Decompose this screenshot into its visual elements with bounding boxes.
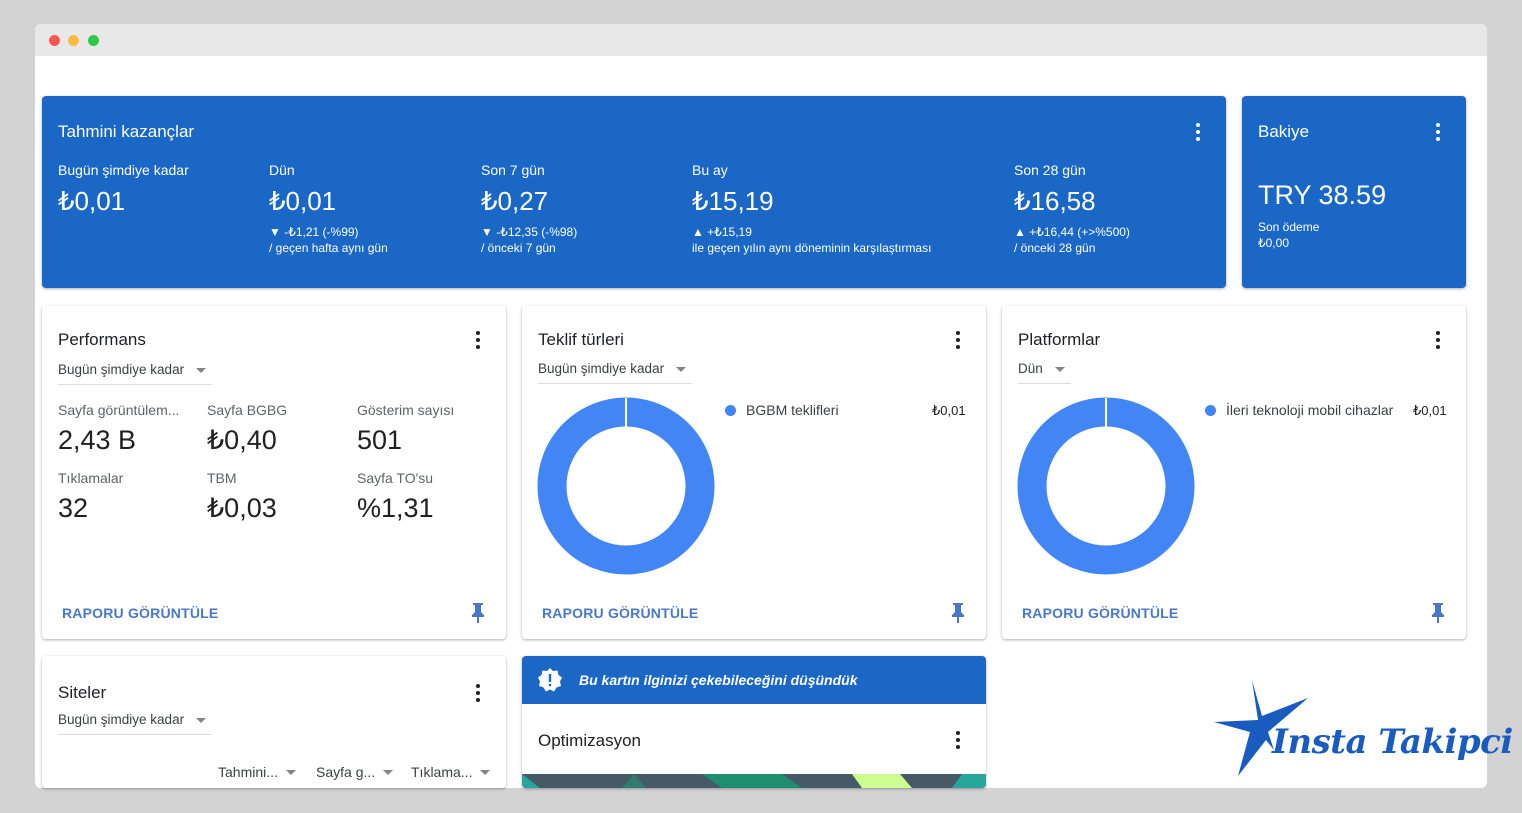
pin-icon[interactable] — [948, 602, 968, 624]
watermark-text: Insta Takipci — [1272, 722, 1513, 762]
earnings-yesterday-value: ₺0,01 — [269, 186, 337, 216]
metric-page-rpm-value: ₺0,40 — [207, 425, 277, 455]
platforms-view-report-link[interactable]: RAPORU GÖRÜNTÜLE — [1022, 605, 1178, 621]
bid-types-more-menu-icon[interactable] — [946, 328, 970, 352]
optimization-card: Bu kartın ilginizi çekebileceğini düşünd… — [522, 656, 986, 788]
platforms-legend-dot — [1205, 405, 1216, 416]
platforms-legend-label: İleri teknoloji mobil cihazlar — [1226, 402, 1394, 418]
earnings-7days-label: Son 7 gün — [481, 162, 545, 178]
bid-types-legend-label: BGBM teklifleri — [746, 402, 839, 418]
close-window-button[interactable] — [49, 35, 60, 46]
bid-types-legend-dot — [725, 405, 736, 416]
earnings-28days-delta: ▲ +₺16,44 (+>%500) — [1014, 225, 1130, 239]
earnings-28days-label: Son 28 gün — [1014, 162, 1086, 178]
earnings-7days-delta: ▼ -₺12,35 (-%98) — [481, 225, 578, 239]
bid-types-legend-value: ₺0,01 — [932, 403, 966, 418]
earnings-today-value: ₺0,01 — [58, 186, 126, 216]
sites-column-estimated-earnings[interactable]: Tahmini... — [218, 764, 298, 780]
balance-card: Bakiye TRY 38.59 Son ödeme ₺0,00 — [1242, 96, 1466, 288]
earnings-7days-compare: / önceki 7 gün — [481, 241, 556, 255]
performance-view-report-link[interactable]: RAPORU GÖRÜNTÜLE — [62, 605, 218, 621]
earnings-7days-value: ₺0,27 — [481, 186, 549, 216]
metric-ctr-label: Sayfa TO'su — [357, 470, 434, 486]
pin-icon[interactable] — [468, 602, 488, 624]
metric-page-views-value: 2,43 B — [58, 425, 137, 455]
minimize-window-button[interactable] — [68, 35, 79, 46]
platforms-donut-chart — [1017, 397, 1195, 575]
performance-title: Performans — [58, 330, 146, 349]
balance-title: Bakiye — [1258, 122, 1310, 141]
metric-page-views-label: Sayfa görüntülem... — [58, 402, 180, 418]
earnings-month-value: ₺15,19 — [692, 186, 774, 216]
maximize-window-button[interactable] — [88, 35, 99, 46]
alert-badge-icon — [538, 668, 562, 692]
earnings-yesterday-compare: / geçen hafta aynı gün — [269, 241, 388, 255]
sites-column-page-views[interactable]: Sayfa g... — [316, 764, 395, 780]
metric-impressions-value: 501 — [357, 425, 403, 455]
metric-clicks-value: 32 — [58, 493, 89, 523]
window-titlebar — [35, 24, 1487, 56]
suggestion-banner-text: Bu kartın ilginizi çekebileceğini düşünd… — [579, 672, 858, 688]
metric-cpc-value: ₺0,03 — [207, 493, 277, 523]
earnings-today-label: Bugün şimdiye kadar — [58, 162, 189, 178]
platforms-legend-value: ₺0,01 — [1413, 403, 1447, 418]
bid-types-donut-chart — [537, 397, 715, 575]
metric-cpc-label: TBM — [207, 470, 237, 486]
balance-amount: TRY 38.59 — [1258, 180, 1387, 210]
suggestion-banner: Bu kartın ilginizi çekebileceğini düşünd… — [522, 656, 986, 704]
earnings-28days-value: ₺16,58 — [1014, 186, 1096, 216]
metric-page-rpm-label: Sayfa BGBG — [207, 402, 288, 418]
optimization-illustration — [522, 774, 986, 788]
earnings-more-menu-icon[interactable] — [1186, 120, 1210, 144]
earnings-28days-compare: / önceki 28 gün — [1014, 241, 1096, 255]
sites-more-menu-icon[interactable] — [466, 681, 490, 705]
bid-types-view-report-link[interactable]: RAPORU GÖRÜNTÜLE — [542, 605, 698, 621]
bid-types-card: Teklif türleri Bugün şimdiye kadar BGBM … — [522, 306, 986, 639]
platforms-range-dropdown[interactable]: Dün — [1018, 361, 1071, 384]
sites-card: Siteler Bugün şimdiye kadar Tahmini... S… — [42, 656, 506, 788]
balance-more-menu-icon[interactable] — [1426, 120, 1450, 144]
bid-types-range-dropdown[interactable]: Bugün şimdiye kadar — [538, 361, 693, 384]
sites-title: Siteler — [58, 683, 107, 702]
pin-icon[interactable] — [1428, 602, 1448, 624]
performance-card: Performans Bugün şimdiye kadar Sayfa gör… — [42, 306, 506, 639]
earnings-month-delta: ▲ +₺15,19 — [692, 225, 752, 239]
earnings-yesterday-delta: ▼ -₺1,21 (-%99) — [269, 225, 359, 239]
instatakipci-logo: Insta Takipci — [1210, 676, 1513, 780]
last-payment-label: Son ödeme — [1258, 220, 1320, 234]
earnings-yesterday-label: Dün — [269, 162, 295, 178]
earnings-title: Tahmini kazançlar — [58, 122, 195, 141]
optimization-title: Optimizasyon — [538, 731, 641, 750]
metric-impressions-label: Gösterim sayısı — [357, 402, 455, 418]
bid-types-title: Teklif türleri — [538, 330, 624, 349]
platforms-more-menu-icon[interactable] — [1426, 328, 1450, 352]
performance-more-menu-icon[interactable] — [466, 328, 490, 352]
optimization-more-menu-icon[interactable] — [946, 728, 970, 752]
sites-range-dropdown[interactable]: Bugün şimdiye kadar — [58, 712, 213, 735]
earnings-card: Tahmini kazançlar Bugün şimdiye kadar ₺0… — [42, 96, 1226, 288]
performance-range-dropdown[interactable]: Bugün şimdiye kadar — [58, 362, 213, 385]
earnings-month-compare: ile geçen yılın aynı döneminin karşılaşt… — [692, 241, 932, 255]
sites-column-clicks[interactable]: Tıklama... — [411, 764, 492, 780]
platforms-card: Platformlar Dün İleri teknoloji mobil ci… — [1002, 306, 1466, 639]
platforms-title: Platformlar — [1018, 330, 1101, 349]
earnings-month-label: Bu ay — [692, 162, 728, 178]
metric-ctr-value: %1,31 — [357, 493, 434, 523]
last-payment-value: ₺0,00 — [1258, 236, 1289, 250]
metric-clicks-label: Tıklamalar — [58, 470, 124, 486]
